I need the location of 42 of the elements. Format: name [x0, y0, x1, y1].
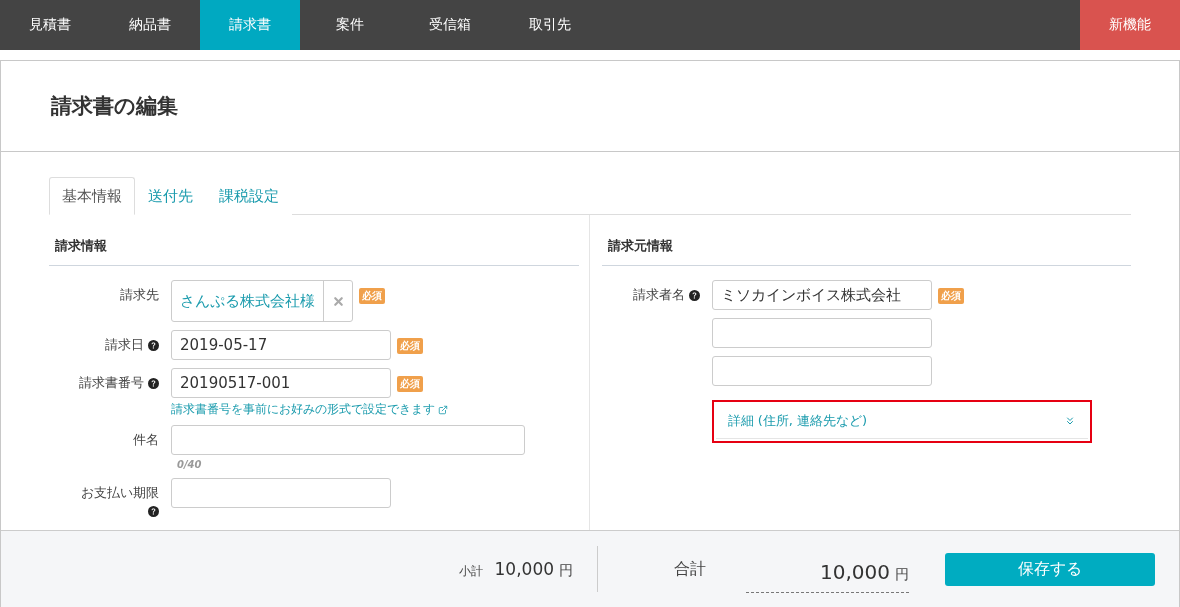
nav-tab[interactable]: 案件	[300, 0, 400, 50]
char-counter: 0/40	[177, 459, 203, 470]
help-icon[interactable]	[148, 377, 159, 389]
nav-tab[interactable]: 受信箱	[400, 0, 500, 50]
external-link-icon	[438, 404, 448, 415]
new-features-button[interactable]: 新機能	[1080, 0, 1180, 50]
nav-tab[interactable]: 納品書	[100, 0, 200, 50]
section-title: 請求情報	[49, 237, 579, 266]
input-field[interactable]: ミソカインボイス株式会社	[711, 280, 932, 310]
required-badge: 必須	[359, 288, 385, 304]
total-amount: 10,000	[820, 559, 890, 584]
settings-link[interactable]: 請求書番号を事前にお好みの形式で設定できます	[171, 402, 448, 417]
subtotal-amount: 10,000	[494, 558, 554, 579]
input-field[interactable]	[171, 478, 391, 508]
page-title: 請求書の編集	[51, 93, 178, 120]
close-icon	[331, 294, 345, 308]
nav-tab[interactable]: 取引先	[500, 0, 600, 50]
subtotal-label: 小計	[458, 562, 483, 580]
input-field[interactable]	[711, 318, 932, 348]
details-toggle[interactable]: 詳細 (住所, 連絡先など)	[715, 404, 1088, 439]
input-field[interactable]: 20190517-001	[171, 368, 391, 398]
nav-tab[interactable]: 見積書	[0, 0, 100, 50]
field-label: 件名	[133, 431, 159, 449]
field-label: 請求先	[120, 286, 159, 304]
field-label: お支払い期限	[81, 484, 159, 502]
section-title: 請求元情報	[601, 237, 1131, 266]
input-field[interactable]: 2019-05-17	[171, 330, 391, 360]
total-label: 合計	[674, 558, 706, 580]
help-icon[interactable]	[148, 506, 159, 517]
field-label: 請求者名	[632, 286, 685, 304]
required-badge: 必須	[397, 376, 423, 392]
help-icon[interactable]	[148, 339, 159, 351]
currency-unit: 円	[895, 565, 909, 584]
currency-unit: 円	[559, 561, 573, 580]
required-badge: 必須	[937, 288, 964, 304]
input-field[interactable]	[171, 425, 525, 455]
help-icon[interactable]	[688, 289, 700, 301]
section-tab[interactable]: 基本情報	[49, 177, 135, 215]
field-label: 請求書番号	[79, 374, 144, 392]
field-label: 請求日	[105, 336, 144, 354]
required-badge: 必須	[397, 338, 423, 354]
input-field[interactable]	[711, 356, 932, 386]
